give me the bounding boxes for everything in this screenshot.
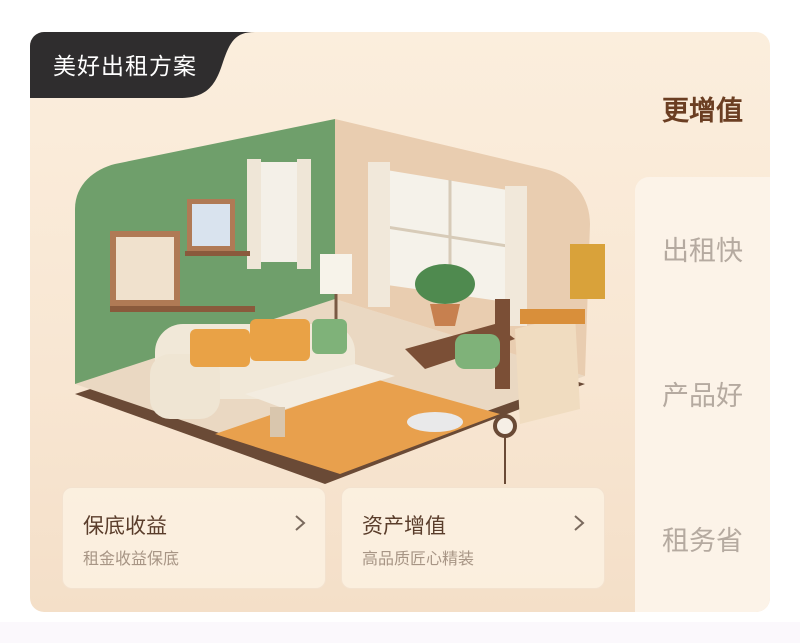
- plan-badge: 美好出租方案: [30, 32, 255, 98]
- card-title: 资产增值: [362, 514, 446, 538]
- tab-value-added[interactable]: 更增值: [635, 89, 770, 128]
- card-subtitle: 高品质匠心精装: [362, 549, 475, 568]
- feature-tabs: 出租快 产品好 租务省: [635, 177, 770, 612]
- card-subtitle: 租金收益保底: [83, 549, 180, 568]
- guaranteed-income-card[interactable]: 保底收益 租金收益保底: [62, 487, 326, 589]
- rental-plan-card: 美好出租方案 出租快 产品好 租务省 更增值 保底收益 租金收益保底 资产增值 …: [30, 32, 770, 612]
- badge-label: 美好出租方案: [53, 54, 197, 80]
- room-illustration: [75, 119, 605, 484]
- tab-easy-management[interactable]: 租务省: [635, 519, 770, 558]
- tab-rent-fast[interactable]: 出租快: [635, 229, 770, 268]
- chevron-right-icon: [574, 515, 585, 531]
- card-title: 保底收益: [83, 514, 167, 538]
- asset-appreciation-card[interactable]: 资产增值 高品质匠心精装: [341, 487, 605, 589]
- chevron-right-icon: [295, 515, 306, 531]
- bottom-strip: [0, 622, 800, 643]
- tab-good-product[interactable]: 产品好: [635, 374, 770, 413]
